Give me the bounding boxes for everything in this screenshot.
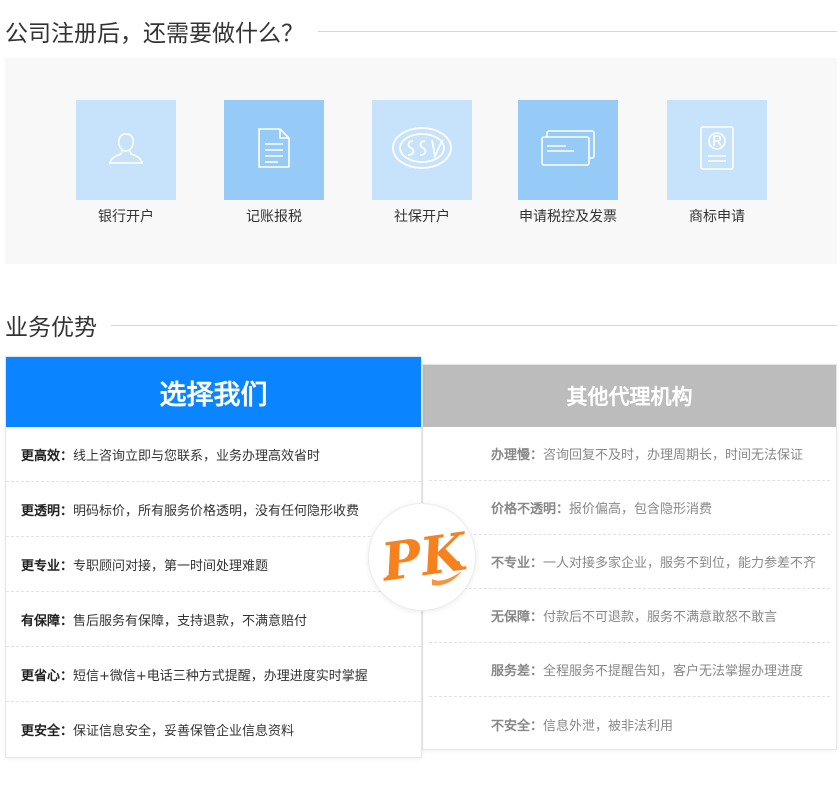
advantage-row: 更高效： 线上咨询立即与您联系，业务办理高效省时	[6, 427, 421, 482]
user-icon	[106, 128, 146, 172]
advantages-section-title: 业务优势	[5, 315, 97, 341]
advantage-text: 短信+微信+电话三种方式提醒，办理进度实时掌握	[73, 668, 368, 684]
document-icon	[256, 127, 292, 173]
service-label: 银行开户	[98, 209, 154, 225]
services-panel: 银行开户 记账报税 社保开户 申请税控及发票 商标申请	[5, 58, 837, 264]
cards-icon	[539, 129, 597, 171]
disadvantage-key: 服务差：	[491, 664, 544, 679]
disadvantage-text: 全程服务不提醒告知，客户无法掌握办理进度	[543, 664, 804, 679]
choose-us-card: 选择我们 更高效： 线上咨询立即与您联系，业务办理高效省时 更透明： 明码标价，所有…	[5, 356, 422, 758]
advantage-row: 更专业： 专职顾问对接，第一时间处理难题	[6, 537, 421, 592]
advantage-key: 更省心：	[21, 668, 74, 684]
disadvantage-text: 信息外泄，被非法利用	[543, 718, 674, 734]
pk-logo: PK	[376, 521, 470, 594]
services-section-heading: 公司注册后，还需要做什么？	[5, 15, 837, 47]
disadvantage-row: 无保障： 付款后不可退款，服务不满意敢怒不敢言	[429, 589, 830, 643]
service-tile[interactable]	[372, 100, 472, 200]
advantages-section-heading: 业务优势	[5, 309, 837, 341]
advantage-key: 更安全：	[21, 724, 74, 739]
advantage-row: 更透明： 明码标价，所有服务价格透明，没有任何隐形收费	[6, 482, 421, 537]
advantage-key: 有保障：	[21, 613, 74, 629]
service-tax-invoice[interactable]: 申请税控及发票	[518, 100, 618, 226]
service-tile[interactable]	[76, 100, 176, 200]
service-tile[interactable]	[667, 100, 767, 200]
trademark-icon	[699, 125, 735, 175]
service-trademark[interactable]: 商标申请	[667, 100, 767, 226]
pk-text: PK	[376, 521, 470, 594]
disadvantage-row: 服务差： 全程服务不提醒告知，客户无法掌握办理进度	[429, 643, 830, 697]
disadvantage-row: 不专业： 一人对接多家企业，服务不到位，能力参差不齐	[429, 535, 830, 589]
disadvantage-text: 咨询回复不及时，办理周期长，时间无法保证	[543, 448, 804, 463]
page: 公司注册后，还需要做什么？ 银行开户 记账报税 社保开户 申请税控及发票 商标申…	[0, 0, 840, 789]
pk-badge: PK	[368, 503, 476, 611]
other-agencies-header: 其他代理机构	[423, 365, 836, 427]
disadvantage-row: 不安全： 信息外泄，被非法利用	[429, 697, 830, 751]
social-security-icon	[391, 125, 453, 175]
advantage-text: 专职顾问对接，第一时间处理难题	[73, 558, 269, 574]
disadvantage-key: 无保障：	[491, 610, 544, 625]
disadvantage-text: 报价偏高，包含隐形消费	[569, 502, 713, 517]
heading-divider	[318, 30, 837, 32]
advantage-key: 更透明：	[21, 503, 74, 519]
heading-divider	[111, 324, 837, 326]
service-label: 记账报税	[246, 209, 302, 225]
advantage-text: 线上咨询立即与您联系，业务办理高效省时	[73, 448, 321, 464]
service-label: 商标申请	[689, 209, 745, 225]
advantage-row: 更安全： 保证信息安全，妥善保管企业信息资料	[6, 702, 421, 757]
service-label: 申请税控及发票	[519, 209, 617, 225]
disadvantage-key: 不安全：	[491, 718, 544, 734]
disadvantage-text: 一人对接多家企业，服务不到位，能力参差不齐	[543, 556, 817, 571]
disadvantage-key: 不专业：	[491, 556, 544, 571]
services-section-title: 公司注册后，还需要做什么？	[5, 21, 304, 47]
disadvantage-row: 价格不透明： 报价偏高，包含隐形消费	[429, 481, 830, 535]
advantage-text: 保证信息安全，妥善保管企业信息资料	[73, 724, 295, 739]
service-bank-account[interactable]: 银行开户	[76, 100, 176, 226]
advantage-text: 售后服务有保障，支持退款，不满意赔付	[73, 613, 308, 629]
advantage-key: 更高效：	[21, 448, 74, 464]
service-tile[interactable]	[518, 100, 618, 200]
disadvantage-key: 价格不透明：	[491, 502, 570, 517]
service-social-security[interactable]: 社保开户	[372, 100, 472, 226]
choose-us-header: 选择我们	[6, 357, 421, 427]
disadvantage-text: 付款后不可退款，服务不满意敢怒不敢言	[543, 610, 778, 625]
advantage-row: 更省心： 短信+微信+电话三种方式提醒，办理进度实时掌握	[6, 647, 421, 702]
service-tile[interactable]	[224, 100, 324, 200]
advantage-text: 明码标价，所有服务价格透明，没有任何隐形收费	[73, 503, 360, 519]
disadvantage-key: 办理慢：	[491, 448, 544, 463]
service-bookkeeping[interactable]: 记账报税	[224, 100, 324, 226]
disadvantage-row: 办理慢： 咨询回复不及时，办理周期长，时间无法保证	[429, 427, 830, 481]
advantage-row: 有保障： 售后服务有保障，支持退款，不满意赔付	[6, 592, 421, 647]
other-agencies-card: 其他代理机构 办理慢： 咨询回复不及时，办理周期长，时间无法保证 价格不透明： 报价…	[422, 364, 837, 750]
advantage-key: 更专业：	[21, 558, 74, 574]
service-label: 社保开户	[394, 209, 450, 225]
